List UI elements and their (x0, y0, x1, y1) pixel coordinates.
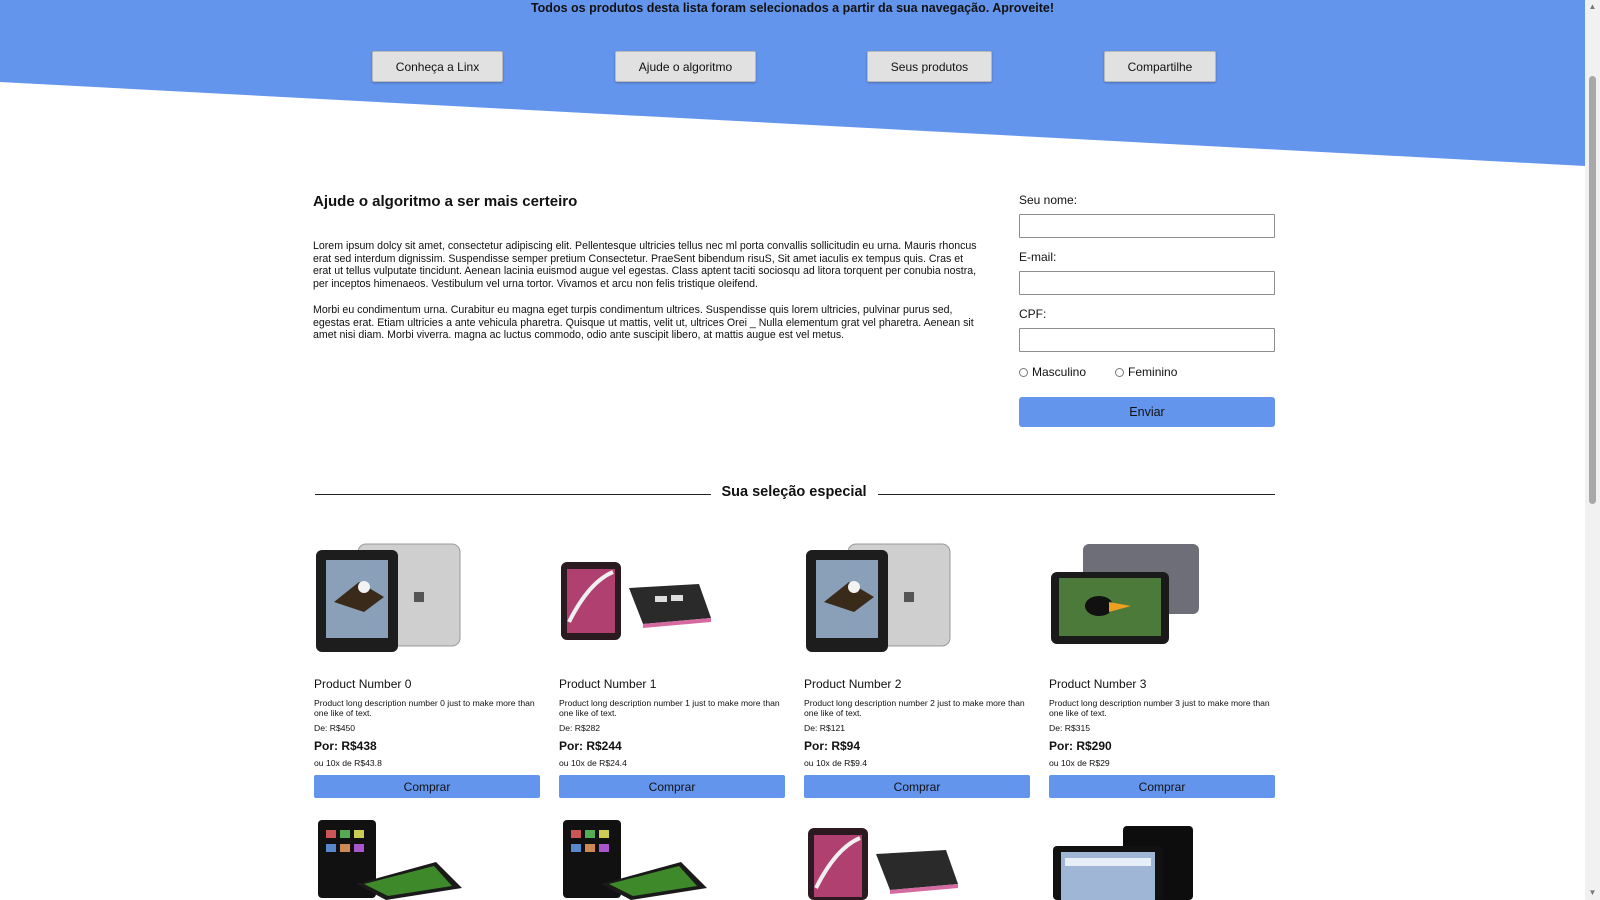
product-installments: ou 10x de R$24.4 (559, 758, 627, 768)
tablet-pink-swirl-image (808, 828, 958, 900)
scroll-up-icon[interactable]: ▲ (1588, 2, 1597, 11)
product-card-1: Product Number 1 Product long descriptio… (559, 542, 785, 798)
nav-button-seus-produtos[interactable]: Seus produtos (867, 51, 992, 82)
name-label: Seu nome: (1019, 193, 1078, 207)
product-old-price: De: R$450 (314, 723, 356, 733)
product-description: Product long description number 3 just t… (1049, 698, 1270, 718)
intro-paragraph-1: Lorem ipsum dolcy sit amet, consectetur … (313, 240, 977, 290)
buy-button[interactable]: Comprar (314, 775, 540, 798)
product-description: Product long description number 1 just t… (559, 698, 780, 718)
divider-left (315, 494, 711, 495)
buy-button[interactable]: Comprar (804, 775, 1030, 798)
product-name[interactable]: Product Number 1 (559, 677, 785, 691)
product-price: Por: R$94 (804, 739, 861, 753)
name-input[interactable] (1019, 214, 1275, 238)
product-old-price: De: R$282 (559, 723, 601, 733)
radio-masculino[interactable] (1019, 367, 1028, 377)
nav-button-label: Seus produtos (890, 59, 969, 74)
intro-title: Ajude o algoritmo a ser mais certeiro (313, 193, 578, 210)
product-price: Por: R$244 (559, 739, 622, 753)
product-old-price: De: R$315 (1049, 723, 1091, 733)
product-description: Product long description number 2 just t… (804, 698, 1025, 718)
product-price: Por: R$438 (314, 739, 377, 753)
radio-label-feminino: Feminino (1128, 365, 1178, 379)
nav-button-label: Compartilhe (1127, 59, 1193, 74)
tablet-black-screen-image (1053, 826, 1193, 900)
product-installments: ou 10x de R$43.8 (314, 758, 382, 768)
tablet-silver-eagle-image (316, 543, 461, 652)
scrollbar-thumb[interactable] (1589, 76, 1596, 504)
cpf-input[interactable] (1019, 328, 1275, 352)
gender-option-feminino[interactable]: Feminino (1115, 365, 1177, 379)
header-background (0, 0, 1585, 166)
scroll-down-icon[interactable]: ▼ (1588, 888, 1597, 897)
email-input[interactable] (1019, 271, 1275, 295)
product-card-0: Product Number 0 Product long descriptio… (314, 542, 540, 798)
intro-paragraph-2: Morbi eu condimentum urna. Curabitur eu … (313, 304, 974, 341)
radio-label-masculino: Masculino (1032, 365, 1087, 379)
email-label: E-mail: (1019, 250, 1057, 264)
tablet-toucan-image (1051, 544, 1199, 644)
radio-feminino[interactable] (1115, 367, 1125, 377)
buy-button[interactable]: Comprar (559, 775, 785, 798)
feedback-form: Seu nome: E-mail: CPF: Masculino Feminin… (1019, 193, 1275, 427)
product-old-price: De: R$121 (804, 723, 846, 733)
submit-button[interactable]: Enviar (1019, 397, 1275, 427)
tablet-icons-green-image (563, 820, 707, 900)
product-name[interactable]: Product Number 2 (804, 677, 1030, 691)
nav-button-conheca-linx[interactable]: Conheça a Linx (372, 51, 503, 82)
buy-button[interactable]: Comprar (1049, 775, 1275, 798)
tablet-silver-eagle-image (806, 543, 951, 652)
nav-button-label: Conheça a Linx (395, 59, 480, 74)
section-title: Sua seleção especial (721, 484, 867, 500)
cpf-label: CPF: (1019, 307, 1047, 321)
product-name[interactable]: Product Number 0 (314, 677, 540, 691)
product-card-2: Product Number 2 Product long descriptio… (804, 542, 1030, 798)
tablet-pink-swirl-image (561, 562, 711, 640)
header-banner-text: Todos os produtos desta lista foram sele… (530, 1, 1055, 15)
product-price: Por: R$290 (1049, 739, 1112, 753)
divider-right (878, 494, 1275, 495)
product-description: Product long description number 0 just t… (314, 698, 535, 718)
product-installments: ou 10x de R$9.4 (804, 758, 868, 768)
tablet-icons-green-image (318, 820, 462, 900)
gender-radio-group: Masculino Feminino (1019, 364, 1275, 380)
gender-option-masculino[interactable]: Masculino (1019, 365, 1086, 379)
nav-button-label: Ajude o algoritmo (638, 59, 733, 74)
nav-button-ajude-algoritmo[interactable]: Ajude o algoritmo (615, 51, 756, 82)
product-card-3: Product Number 3 Product long descriptio… (1049, 542, 1275, 798)
product-installments: ou 10x de R$29 (1049, 758, 1110, 768)
nav-button-compartilhe[interactable]: Compartilhe (1104, 51, 1216, 82)
page-scrollbar[interactable]: ▲ ▼ (1585, 0, 1600, 900)
product-name[interactable]: Product Number 3 (1049, 677, 1275, 691)
